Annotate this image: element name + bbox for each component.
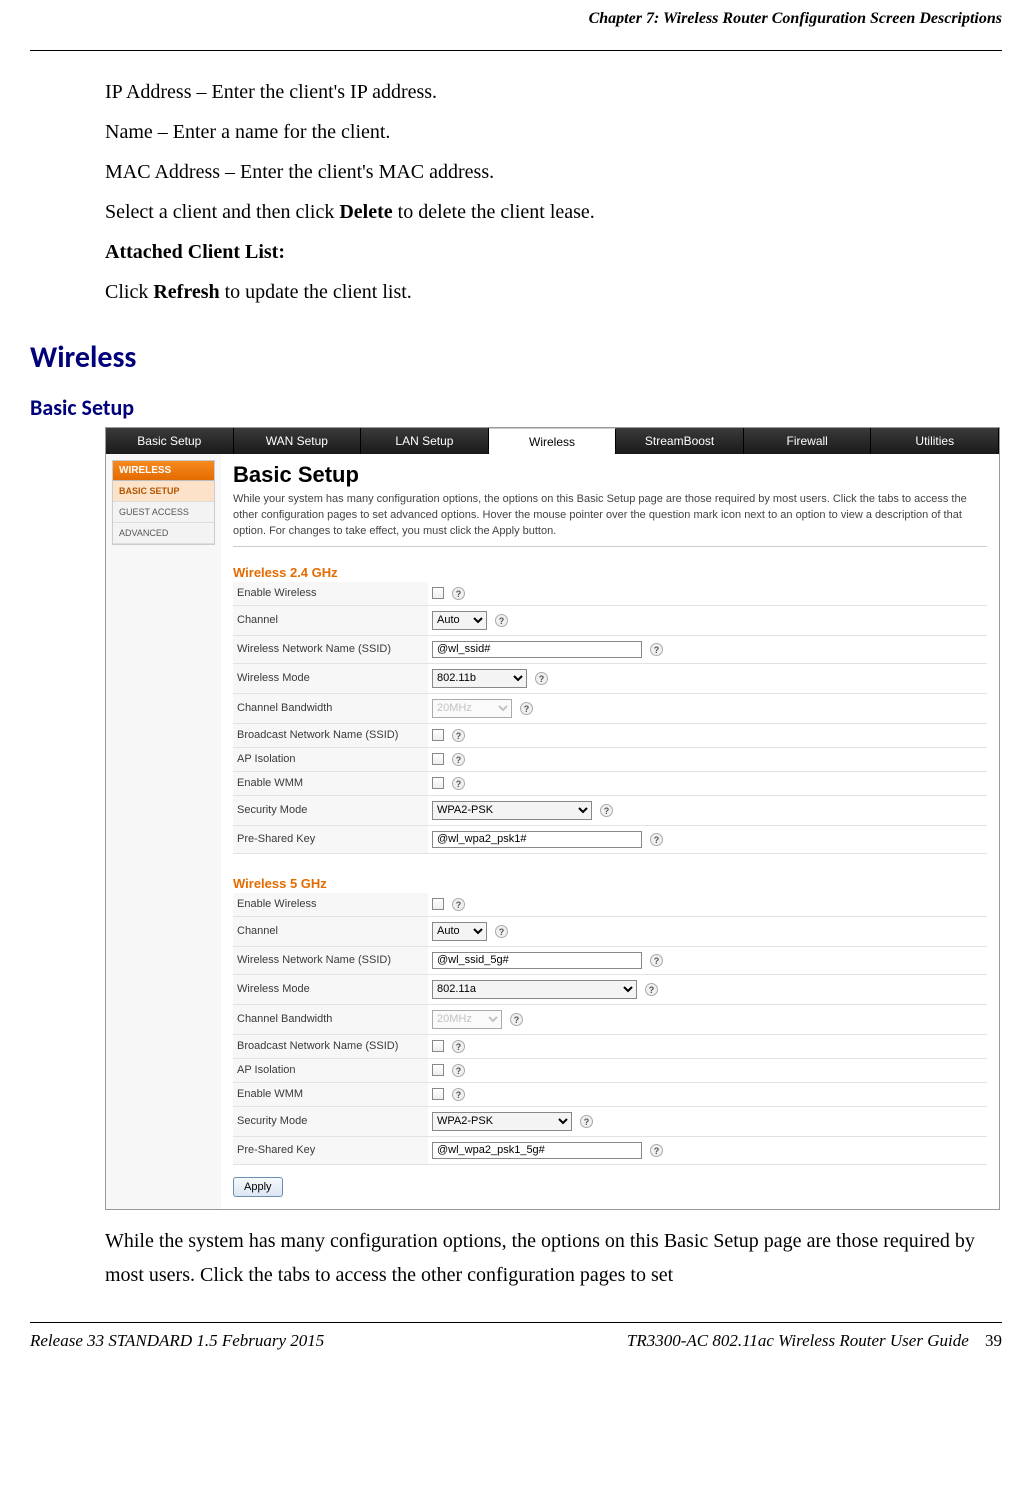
tab-firewall[interactable]: Firewall	[744, 428, 872, 454]
label-psk: Pre-Shared Key	[233, 1136, 428, 1164]
checkbox-broadcast-5[interactable]	[432, 1040, 444, 1052]
select-bw-24: 20MHz	[432, 699, 512, 718]
tab-wan-setup[interactable]: WAN Setup	[234, 428, 362, 454]
label-enable-wmm: Enable WMM	[233, 1082, 428, 1106]
body-paragraph: Click Refresh to update the client list.	[105, 275, 982, 309]
select-channel-5[interactable]: Auto	[432, 922, 487, 941]
select-security-24[interactable]: WPA2-PSK	[432, 801, 592, 820]
apply-button[interactable]: Apply	[233, 1177, 283, 1197]
tab-basic-setup[interactable]: Basic Setup	[106, 428, 234, 454]
input-ssid-24[interactable]	[432, 641, 642, 658]
sidebar-item-basic-setup[interactable]: BASIC SETUP	[113, 481, 214, 502]
label-security-mode: Security Mode	[233, 1106, 428, 1136]
input-ssid-5[interactable]	[432, 952, 642, 969]
help-icon[interactable]: ?	[452, 1088, 465, 1101]
footer-left: Release 33 STANDARD 1.5 February 2015	[30, 1331, 324, 1351]
checkbox-wmm-24[interactable]	[432, 777, 444, 789]
help-icon[interactable]: ?	[535, 672, 548, 685]
help-icon[interactable]: ?	[650, 643, 663, 656]
checkbox-broadcast-24[interactable]	[432, 729, 444, 741]
label-wireless-mode: Wireless Mode	[233, 663, 428, 693]
label-psk: Pre-Shared Key	[233, 825, 428, 853]
label-wireless-mode: Wireless Mode	[233, 974, 428, 1004]
label-security-mode: Security Mode	[233, 795, 428, 825]
tab-utilities[interactable]: Utilities	[871, 428, 999, 454]
select-mode-5[interactable]: 802.11a	[432, 980, 637, 999]
help-icon[interactable]: ?	[495, 614, 508, 627]
help-icon[interactable]: ?	[452, 898, 465, 911]
input-psk-5[interactable]	[432, 1142, 642, 1159]
label-channel: Channel	[233, 916, 428, 946]
header-rule	[30, 50, 1002, 51]
help-icon[interactable]: ?	[452, 777, 465, 790]
help-icon[interactable]: ?	[510, 1013, 523, 1026]
tab-streamboost[interactable]: StreamBoost	[616, 428, 744, 454]
help-icon[interactable]: ?	[452, 587, 465, 600]
label-channel-bandwidth: Channel Bandwidth	[233, 1004, 428, 1034]
label-channel-bandwidth: Channel Bandwidth	[233, 693, 428, 723]
body-paragraph: IP Address – Enter the client's IP addre…	[105, 75, 982, 109]
checkbox-ap-5[interactable]	[432, 1064, 444, 1076]
label-ap-isolation: AP Isolation	[233, 747, 428, 771]
help-icon[interactable]: ?	[452, 1064, 465, 1077]
help-icon[interactable]: ?	[495, 925, 508, 938]
help-icon[interactable]: ?	[650, 833, 663, 846]
checkbox-enable-wireless-5[interactable]	[432, 898, 444, 910]
section-24ghz-heading: Wireless 2.4 GHz	[233, 565, 987, 580]
heading-wireless: Wireless	[30, 339, 1002, 376]
sidebar-item-guest-access[interactable]: GUEST ACCESS	[113, 502, 214, 523]
tab-lan-setup[interactable]: LAN Setup	[361, 428, 489, 454]
body-paragraph: Select a client and then click Delete to…	[105, 195, 982, 229]
help-icon[interactable]: ?	[520, 702, 533, 715]
help-icon[interactable]: ?	[645, 983, 658, 996]
footer-page-number: 39	[985, 1331, 1002, 1350]
label-enable-wireless: Enable Wireless	[233, 582, 428, 606]
divider	[233, 546, 987, 547]
tab-wireless[interactable]: Wireless	[489, 428, 617, 454]
router-screenshot: Basic Setup WAN Setup LAN Setup Wireless…	[105, 427, 1000, 1210]
body-paragraph: While the system has many configuration …	[105, 1224, 982, 1292]
section-5ghz-heading: Wireless 5 GHz	[233, 876, 987, 891]
help-icon[interactable]: ?	[580, 1115, 593, 1128]
panel-title: Basic Setup	[233, 462, 987, 488]
form-5ghz: Enable Wireless ? Channel Auto? Wireless…	[233, 893, 987, 1165]
help-icon[interactable]: ?	[600, 804, 613, 817]
body-paragraph: MAC Address – Enter the client's MAC add…	[105, 155, 982, 189]
checkbox-enable-wireless-24[interactable]	[432, 587, 444, 599]
help-icon[interactable]: ?	[452, 1040, 465, 1053]
footer-title: TR3300-AC 802.11ac Wireless Router User …	[627, 1331, 969, 1350]
heading-basic-setup: Basic Setup	[30, 394, 1002, 421]
select-mode-24[interactable]: 802.11b	[432, 669, 527, 688]
body-paragraph: Attached Client List:	[105, 235, 982, 269]
select-bw-5: 20MHz	[432, 1010, 502, 1029]
help-icon[interactable]: ?	[650, 954, 663, 967]
label-broadcast-ssid: Broadcast Network Name (SSID)	[233, 723, 428, 747]
sidebar-heading: WIRELESS	[113, 461, 214, 481]
label-enable-wmm: Enable WMM	[233, 771, 428, 795]
checkbox-wmm-5[interactable]	[432, 1088, 444, 1100]
help-icon[interactable]: ?	[452, 729, 465, 742]
label-ssid: Wireless Network Name (SSID)	[233, 946, 428, 974]
select-security-5[interactable]: WPA2-PSK	[432, 1112, 572, 1131]
input-psk-24[interactable]	[432, 831, 642, 848]
sidebar-item-advanced[interactable]: ADVANCED	[113, 523, 214, 544]
select-channel-24[interactable]: Auto	[432, 611, 487, 630]
sidebar: WIRELESS BASIC SETUP GUEST ACCESS ADVANC…	[106, 454, 221, 1209]
panel-description: While your system has many configuration…	[233, 492, 987, 540]
checkbox-ap-24[interactable]	[432, 753, 444, 765]
label-channel: Channel	[233, 605, 428, 635]
label-ssid: Wireless Network Name (SSID)	[233, 635, 428, 663]
help-icon[interactable]: ?	[650, 1144, 663, 1157]
label-enable-wireless: Enable Wireless	[233, 893, 428, 917]
top-nav-tabs: Basic Setup WAN Setup LAN Setup Wireless…	[106, 428, 999, 454]
label-broadcast-ssid: Broadcast Network Name (SSID)	[233, 1034, 428, 1058]
chapter-header: Chapter 7: Wireless Router Configuration…	[30, 10, 1002, 32]
label-ap-isolation: AP Isolation	[233, 1058, 428, 1082]
help-icon[interactable]: ?	[452, 753, 465, 766]
body-paragraph: Name – Enter a name for the client.	[105, 115, 982, 149]
form-24ghz: Enable Wireless ? Channel Auto? Wireless…	[233, 582, 987, 854]
